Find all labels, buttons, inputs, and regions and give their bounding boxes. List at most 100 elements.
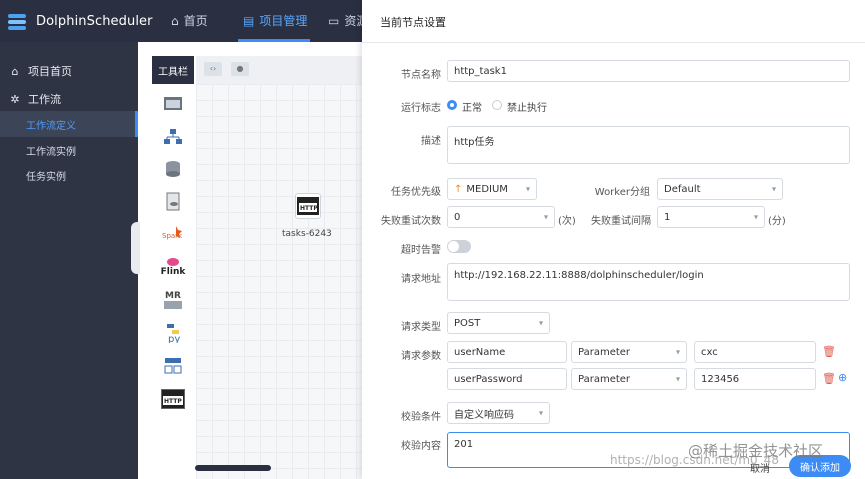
retry-times-value: 0 <box>454 211 461 223</box>
param-type-select[interactable]: Parameter ▾ <box>571 368 687 390</box>
nav-project-label: 项目管理 <box>259 14 308 28</box>
gear-icon: ✲ <box>10 92 20 106</box>
home-icon: ⌂ <box>171 13 179 28</box>
sidebar-item-label: 工作流 <box>28 93 61 106</box>
canvas-horizontal-scrollbar[interactable] <box>195 465 271 471</box>
nav-home[interactable]: ⌂ 首页 <box>171 12 208 29</box>
dependent-icon[interactable] <box>161 355 185 377</box>
dolphinscheduler-logo[interactable] <box>6 11 28 33</box>
sidebar-item-label: 项目首页 <box>28 65 72 78</box>
sidebar-item-workflow-instance[interactable]: 工作流实例 <box>0 137 138 163</box>
http-icon-label: HTTP <box>164 398 182 405</box>
check-condition-value: 自定义响应码 <box>454 409 514 421</box>
chevron-down-icon: ▾ <box>538 318 543 328</box>
python-icon[interactable]: py <box>161 321 185 343</box>
sidebar-item-task-instance[interactable]: 任务实例 <box>0 162 138 188</box>
procedure-icon[interactable] <box>161 158 185 180</box>
retry-interval-select[interactable]: 1 ▾ <box>657 206 765 228</box>
brand-name[interactable]: DolphinScheduler <box>36 14 153 29</box>
http-icon[interactable]: HTTP <box>161 388 185 410</box>
priority-label: 任务优先级 <box>391 187 441 198</box>
settings-button[interactable]: ● <box>231 62 249 76</box>
trash-icon[interactable]: 🗑 <box>822 345 836 358</box>
request-method-label: 请求类型 <box>401 322 441 333</box>
param-type-value: Parameter <box>578 373 631 385</box>
run-flag-forbid-text: 禁止执行 <box>507 103 547 114</box>
trash-icon[interactable]: 🗑 <box>822 372 836 385</box>
panel-divider <box>362 42 865 43</box>
param-value-input[interactable]: cxc <box>694 341 816 363</box>
sidebar-item-workflow-definition[interactable]: 工作流定义 <box>0 111 138 137</box>
plus-circle-icon[interactable]: ⊕ <box>838 371 847 384</box>
request-method-value: POST <box>454 317 481 329</box>
request-url-textarea[interactable]: http://192.168.22.11:8888/dolphinschedul… <box>447 263 850 301</box>
chevron-down-icon: ▾ <box>543 212 548 222</box>
sidebar-item-project-home[interactable]: ⌂ 项目首页 <box>0 59 138 83</box>
sql-icon[interactable] <box>161 191 185 213</box>
param-name-input[interactable]: userName <box>447 341 567 363</box>
chevron-down-icon: ▾ <box>538 408 543 418</box>
sidebar-collapse-handle[interactable] <box>131 222 140 274</box>
sub-process-icon[interactable] <box>161 126 185 148</box>
node-name-label: 节点名称 <box>401 70 441 81</box>
chevron-down-icon: ▾ <box>753 212 758 222</box>
nav-home-label: 首页 <box>183 14 208 28</box>
run-flag-forbid-radio[interactable] <box>492 100 502 110</box>
flink-label: Flink <box>160 267 186 277</box>
run-flag-normal-text: 正常 <box>462 103 482 114</box>
run-flag-label: 运行标志 <box>401 103 441 114</box>
param-type-value: Parameter <box>578 346 631 358</box>
priority-select[interactable]: ↑ MEDIUM ▾ <box>447 178 537 200</box>
param-name-input[interactable]: userPassword <box>447 368 567 390</box>
dag-canvas[interactable] <box>196 84 362 479</box>
flink-icon[interactable]: Flink <box>161 256 185 278</box>
run-flag-normal-radio[interactable] <box>447 100 457 110</box>
worker-group-select[interactable]: Default ▾ <box>657 178 783 200</box>
param-type-select[interactable]: Parameter ▾ <box>571 341 687 363</box>
worker-group-value: Default <box>664 183 701 195</box>
sidebar-item-workflow[interactable]: ✲ 工作流 <box>0 87 138 111</box>
check-condition-label: 校验条件 <box>401 412 441 423</box>
chevron-down-icon: ▾ <box>771 184 776 194</box>
retry-times-label: 失败重试次数 <box>381 216 441 227</box>
community-watermark: @稀土掘金技术社区 <box>688 442 824 460</box>
request-params-label: 请求参数 <box>401 351 441 362</box>
code-view-button[interactable]: ‹› <box>204 62 222 76</box>
toolbar-title: 工具栏 <box>152 56 194 84</box>
chevron-down-icon: ▾ <box>675 347 680 357</box>
task-node-label: tasks-6243 <box>282 229 332 239</box>
node-name-input[interactable]: http_task1 <box>447 60 850 82</box>
python-label: py <box>168 334 180 343</box>
retry-times-select[interactable]: 0 ▾ <box>447 206 555 228</box>
param-value-input[interactable]: 123456 <box>694 368 816 390</box>
request-method-select[interactable]: POST ▾ <box>447 312 550 334</box>
mr-icon[interactable]: MR <box>161 289 185 311</box>
nav-active-indicator <box>238 39 310 42</box>
spark-label: Spark <box>162 232 183 240</box>
spark-icon[interactable]: Spark <box>161 223 185 245</box>
timeout-alarm-toggle[interactable] <box>447 240 471 253</box>
panel-title: 当前节点设置 <box>380 16 446 29</box>
description-label: 描述 <box>421 136 441 147</box>
timeout-alarm-label: 超时告警 <box>401 245 441 256</box>
nav-project-management[interactable]: ▤ 项目管理 <box>243 12 307 29</box>
retry-times-unit: (次) <box>558 216 576 227</box>
check-condition-select[interactable]: 自定义响应码 ▾ <box>447 402 550 424</box>
task-node-http[interactable]: HTTP <box>295 193 321 219</box>
home-icon: ⌂ <box>11 64 19 78</box>
priority-value: MEDIUM <box>466 183 508 195</box>
worker-group-label: Worker分组 <box>594 187 650 198</box>
retry-interval-unit: (分) <box>768 216 786 227</box>
retry-interval-label: 失败重试间隔 <box>591 216 651 227</box>
request-url-label: 请求地址 <box>401 274 441 285</box>
description-textarea[interactable]: http任务 <box>447 126 850 164</box>
check-content-label: 校验内容 <box>401 441 441 452</box>
arrow-up-icon: ↑ <box>454 183 463 195</box>
folder-icon: ▤ <box>243 13 255 28</box>
shell-icon[interactable] <box>161 93 185 115</box>
folder-open-icon: ▭ <box>328 13 340 28</box>
retry-interval-value: 1 <box>664 211 671 223</box>
mr-label: MR <box>165 291 181 301</box>
chevron-down-icon: ▾ <box>675 374 680 384</box>
chevron-down-icon: ▾ <box>525 184 530 194</box>
